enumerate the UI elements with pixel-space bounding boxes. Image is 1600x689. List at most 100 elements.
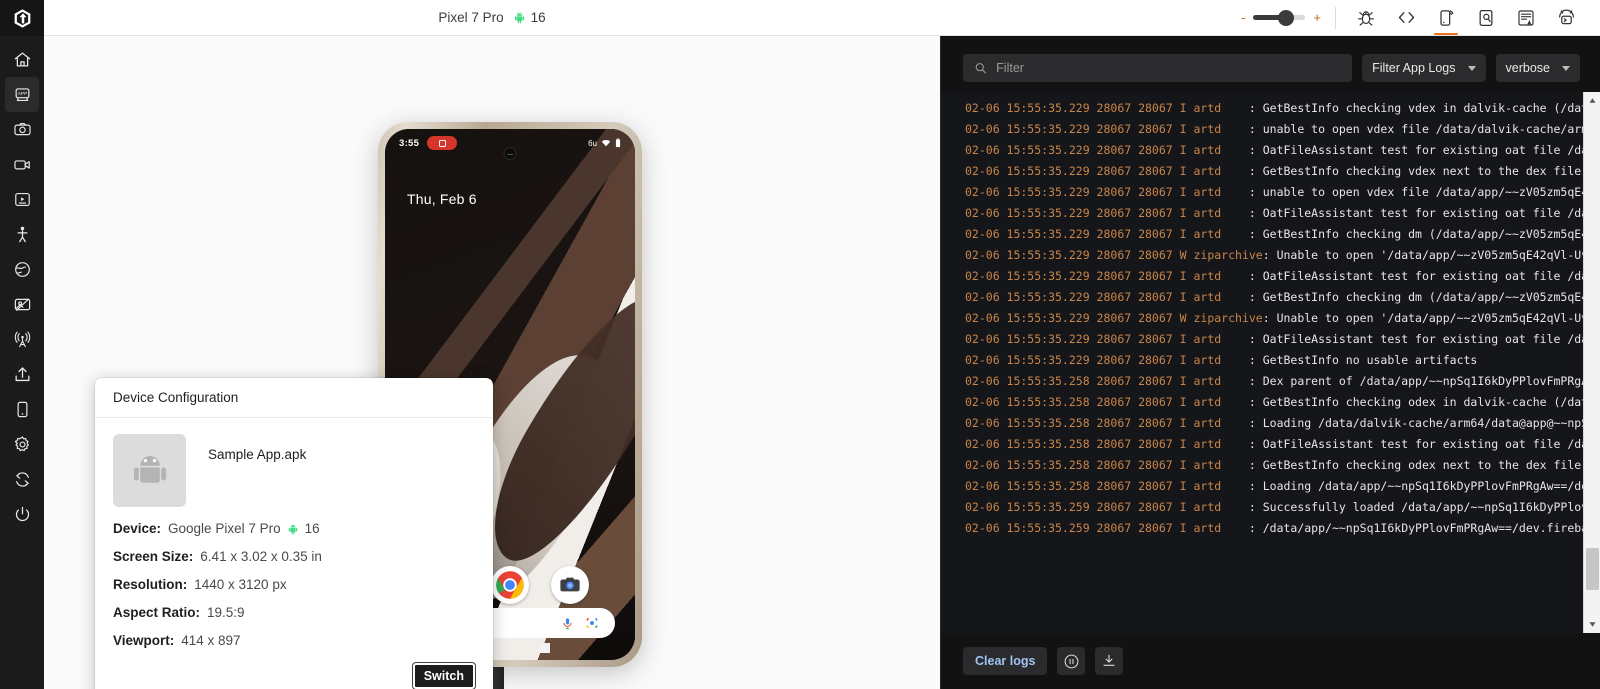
scrollbar-track[interactable]: [1584, 109, 1600, 616]
dialog-title: Device Configuration: [95, 378, 493, 418]
log-line-message: : Unable to open '/data/app/~~zV05zm5qE4…: [1262, 311, 1583, 325]
log-line-message: : OatFileAssistant test for existing oat…: [1248, 437, 1583, 451]
spec-value: 414 x 897: [181, 633, 241, 648]
sidebar-item-media-player[interactable]: [5, 182, 39, 217]
log-line: 02-06 15:55:35.229 28067 28067 I artd : …: [941, 350, 1583, 371]
log-line-message: : OatFileAssistant test for existing oat…: [1248, 143, 1583, 157]
log-line-meta: 02-06 15:55:35.229 28067 28067 I artd: [965, 185, 1249, 199]
log-line: 02-06 15:55:35.229 28067 28067 I artd : …: [941, 329, 1583, 350]
sidebar-item-device-frame[interactable]: [5, 392, 39, 427]
pause-logs-button[interactable]: [1057, 647, 1086, 675]
sidebar-item-power[interactable]: [5, 497, 39, 532]
download-logs-button[interactable]: [1095, 647, 1124, 675]
log-line-meta: 02-06 15:55:35.259 28067 28067 I artd: [965, 500, 1249, 514]
device-inspect-button[interactable]: [1466, 0, 1506, 35]
clear-logs-button[interactable]: Clear logs: [963, 647, 1048, 675]
zoom-slider[interactable]: [1253, 9, 1306, 26]
zoom-out-button[interactable]: -: [1241, 10, 1245, 25]
spec-row-screen-size: Screen Size: 6.41 x 3.02 x 0.35 in: [113, 549, 475, 564]
log-line-meta: 02-06 15:55:35.229 28067 28067 I artd: [965, 290, 1249, 304]
switch-button[interactable]: Switch: [411, 662, 477, 689]
chevron-down-icon: [1562, 65, 1570, 71]
log-line: 02-06 15:55:35.259 28067 28067 I artd : …: [941, 518, 1583, 539]
sidebar-item-home[interactable]: [5, 42, 39, 77]
scrollbar-thumb[interactable]: [1585, 548, 1599, 590]
sidebar-item-network[interactable]: [5, 252, 39, 287]
sidebar-item-rotate-device[interactable]: [5, 462, 39, 497]
log-line-message: : Unable to open '/data/app/~~zV05zm5qE4…: [1262, 248, 1583, 262]
svg-text:APP: APP: [17, 91, 27, 97]
scroll-down-arrow-icon[interactable]: [1584, 616, 1600, 633]
toolbar-divider: [1335, 6, 1336, 29]
wifi-icon: [601, 139, 611, 147]
spec-device-name: Google Pixel 7 Pro: [168, 521, 281, 536]
log-lines-list[interactable]: 02-06 15:55:35.229 28067 28067 I artd : …: [941, 92, 1583, 633]
log-level-dropdown[interactable]: verbose: [1495, 54, 1580, 82]
reports-button[interactable]: [1506, 0, 1546, 35]
log-line-meta: 02-06 15:55:35.258 28067 28067 I artd: [965, 374, 1249, 388]
sidebar-item-image-injection[interactable]: [5, 287, 39, 322]
log-line-meta: 02-06 15:55:35.258 28067 28067 I artd: [965, 416, 1249, 430]
log-line-message: : unable to open vdex file /data/app/~~z…: [1248, 185, 1583, 199]
sidebar-item-screenshot[interactable]: [5, 112, 39, 147]
device-configuration-dialog: Device Configuration Sample App.apk Devi…: [95, 378, 493, 689]
search-icon: [975, 63, 987, 74]
zoom-control: - +: [1241, 9, 1321, 26]
android-terminal-icon: [1558, 9, 1574, 25]
log-filter-box[interactable]: [963, 54, 1353, 82]
zoom-in-button[interactable]: +: [1313, 10, 1321, 25]
log-line-meta: 02-06 15:55:35.258 28067 28067 I artd: [965, 479, 1249, 493]
api-level-badge: 16: [513, 10, 546, 25]
zoom-slider-thumb[interactable]: [1278, 9, 1295, 26]
log-line-meta: 02-06 15:55:35.229 28067 28067 I artd: [965, 332, 1249, 346]
log-line-meta: 02-06 15:55:35.258 28067 28067 I artd: [965, 437, 1249, 451]
debug-button[interactable]: [1346, 0, 1386, 35]
android-terminal-button[interactable]: [1546, 0, 1586, 35]
log-line: 02-06 15:55:35.258 28067 28067 I artd : …: [941, 434, 1583, 455]
google-lens-icon[interactable]: [585, 616, 599, 630]
camera-app-icon[interactable]: [551, 566, 589, 604]
logs-toolbar: Filter App Logs verbose: [941, 44, 1600, 92]
filter-app-logs-dropdown[interactable]: Filter App Logs: [1362, 54, 1486, 82]
log-line: 02-06 15:55:35.229 28067 28067 I artd : …: [941, 266, 1583, 287]
log-filter-input[interactable]: [996, 61, 1342, 75]
top-toolbar: Pixel 7 Pro 16: [44, 0, 940, 36]
log-line-message: : unable to open vdex file /data/dalvik-…: [1248, 122, 1583, 136]
chrome-icon[interactable]: [491, 566, 529, 604]
log-line-message: : GetBestInfo checking vdex in dalvik-ca…: [1248, 101, 1583, 115]
log-line-meta: 02-06 15:55:35.229 28067 28067 I artd: [965, 164, 1249, 178]
device-title: Pixel 7 Pro 16: [438, 10, 545, 25]
log-line-message: : GetBestInfo checking dm (/data/app/~~z…: [1248, 227, 1583, 241]
spec-value: 6.41 x 3.02 x 0.35 in: [200, 549, 322, 564]
log-line: 02-06 15:55:35.229 28067 28067 I artd : …: [941, 140, 1583, 161]
sidebar-item-install-app[interactable]: APP: [5, 77, 39, 112]
camera-punch-hole: [503, 147, 517, 160]
log-line-meta: 02-06 15:55:35.258 28067 28067 I artd: [965, 395, 1249, 409]
log-line: 02-06 15:55:35.258 28067 28067 I artd : …: [941, 413, 1583, 434]
log-line-message: : OatFileAssistant test for existing oat…: [1248, 269, 1583, 283]
device-search-icon: [1479, 9, 1493, 26]
spec-label: Device:: [113, 521, 162, 536]
sidebar-item-settings[interactable]: [5, 427, 39, 462]
sidebar-item-accessibility[interactable]: [5, 217, 39, 252]
log-line-meta: 02-06 15:55:35.229 28067 28067 I artd: [965, 143, 1249, 157]
log-line-message: : GetBestInfo checking vdex next to the …: [1248, 164, 1582, 178]
recording-square-icon: [427, 136, 458, 150]
sidebar-items: APP: [5, 36, 39, 532]
microphone-icon[interactable]: [561, 617, 574, 630]
recents-button[interactable]: [540, 643, 550, 653]
scroll-up-arrow-icon[interactable]: [1584, 92, 1600, 109]
sidebar-item-upload-file[interactable]: [5, 357, 39, 392]
log-level-label: verbose: [1505, 61, 1550, 75]
app-logo[interactable]: [0, 0, 44, 36]
inspect-code-button[interactable]: [1386, 0, 1426, 35]
spec-row-viewport: Viewport: 414 x 897: [113, 633, 475, 648]
android-robot-icon: [514, 11, 524, 24]
log-line: 02-06 15:55:35.258 28067 28067 I artd : …: [941, 392, 1583, 413]
device-logs-button[interactable]: [1426, 0, 1466, 35]
sidebar-item-record-video[interactable]: [5, 147, 39, 182]
battery-icon: [615, 138, 621, 148]
log-scrollbar[interactable]: [1583, 92, 1600, 633]
log-line: 02-06 15:55:35.258 28067 28067 I artd : …: [941, 371, 1583, 392]
sidebar-item-signal-tower[interactable]: [5, 322, 39, 357]
